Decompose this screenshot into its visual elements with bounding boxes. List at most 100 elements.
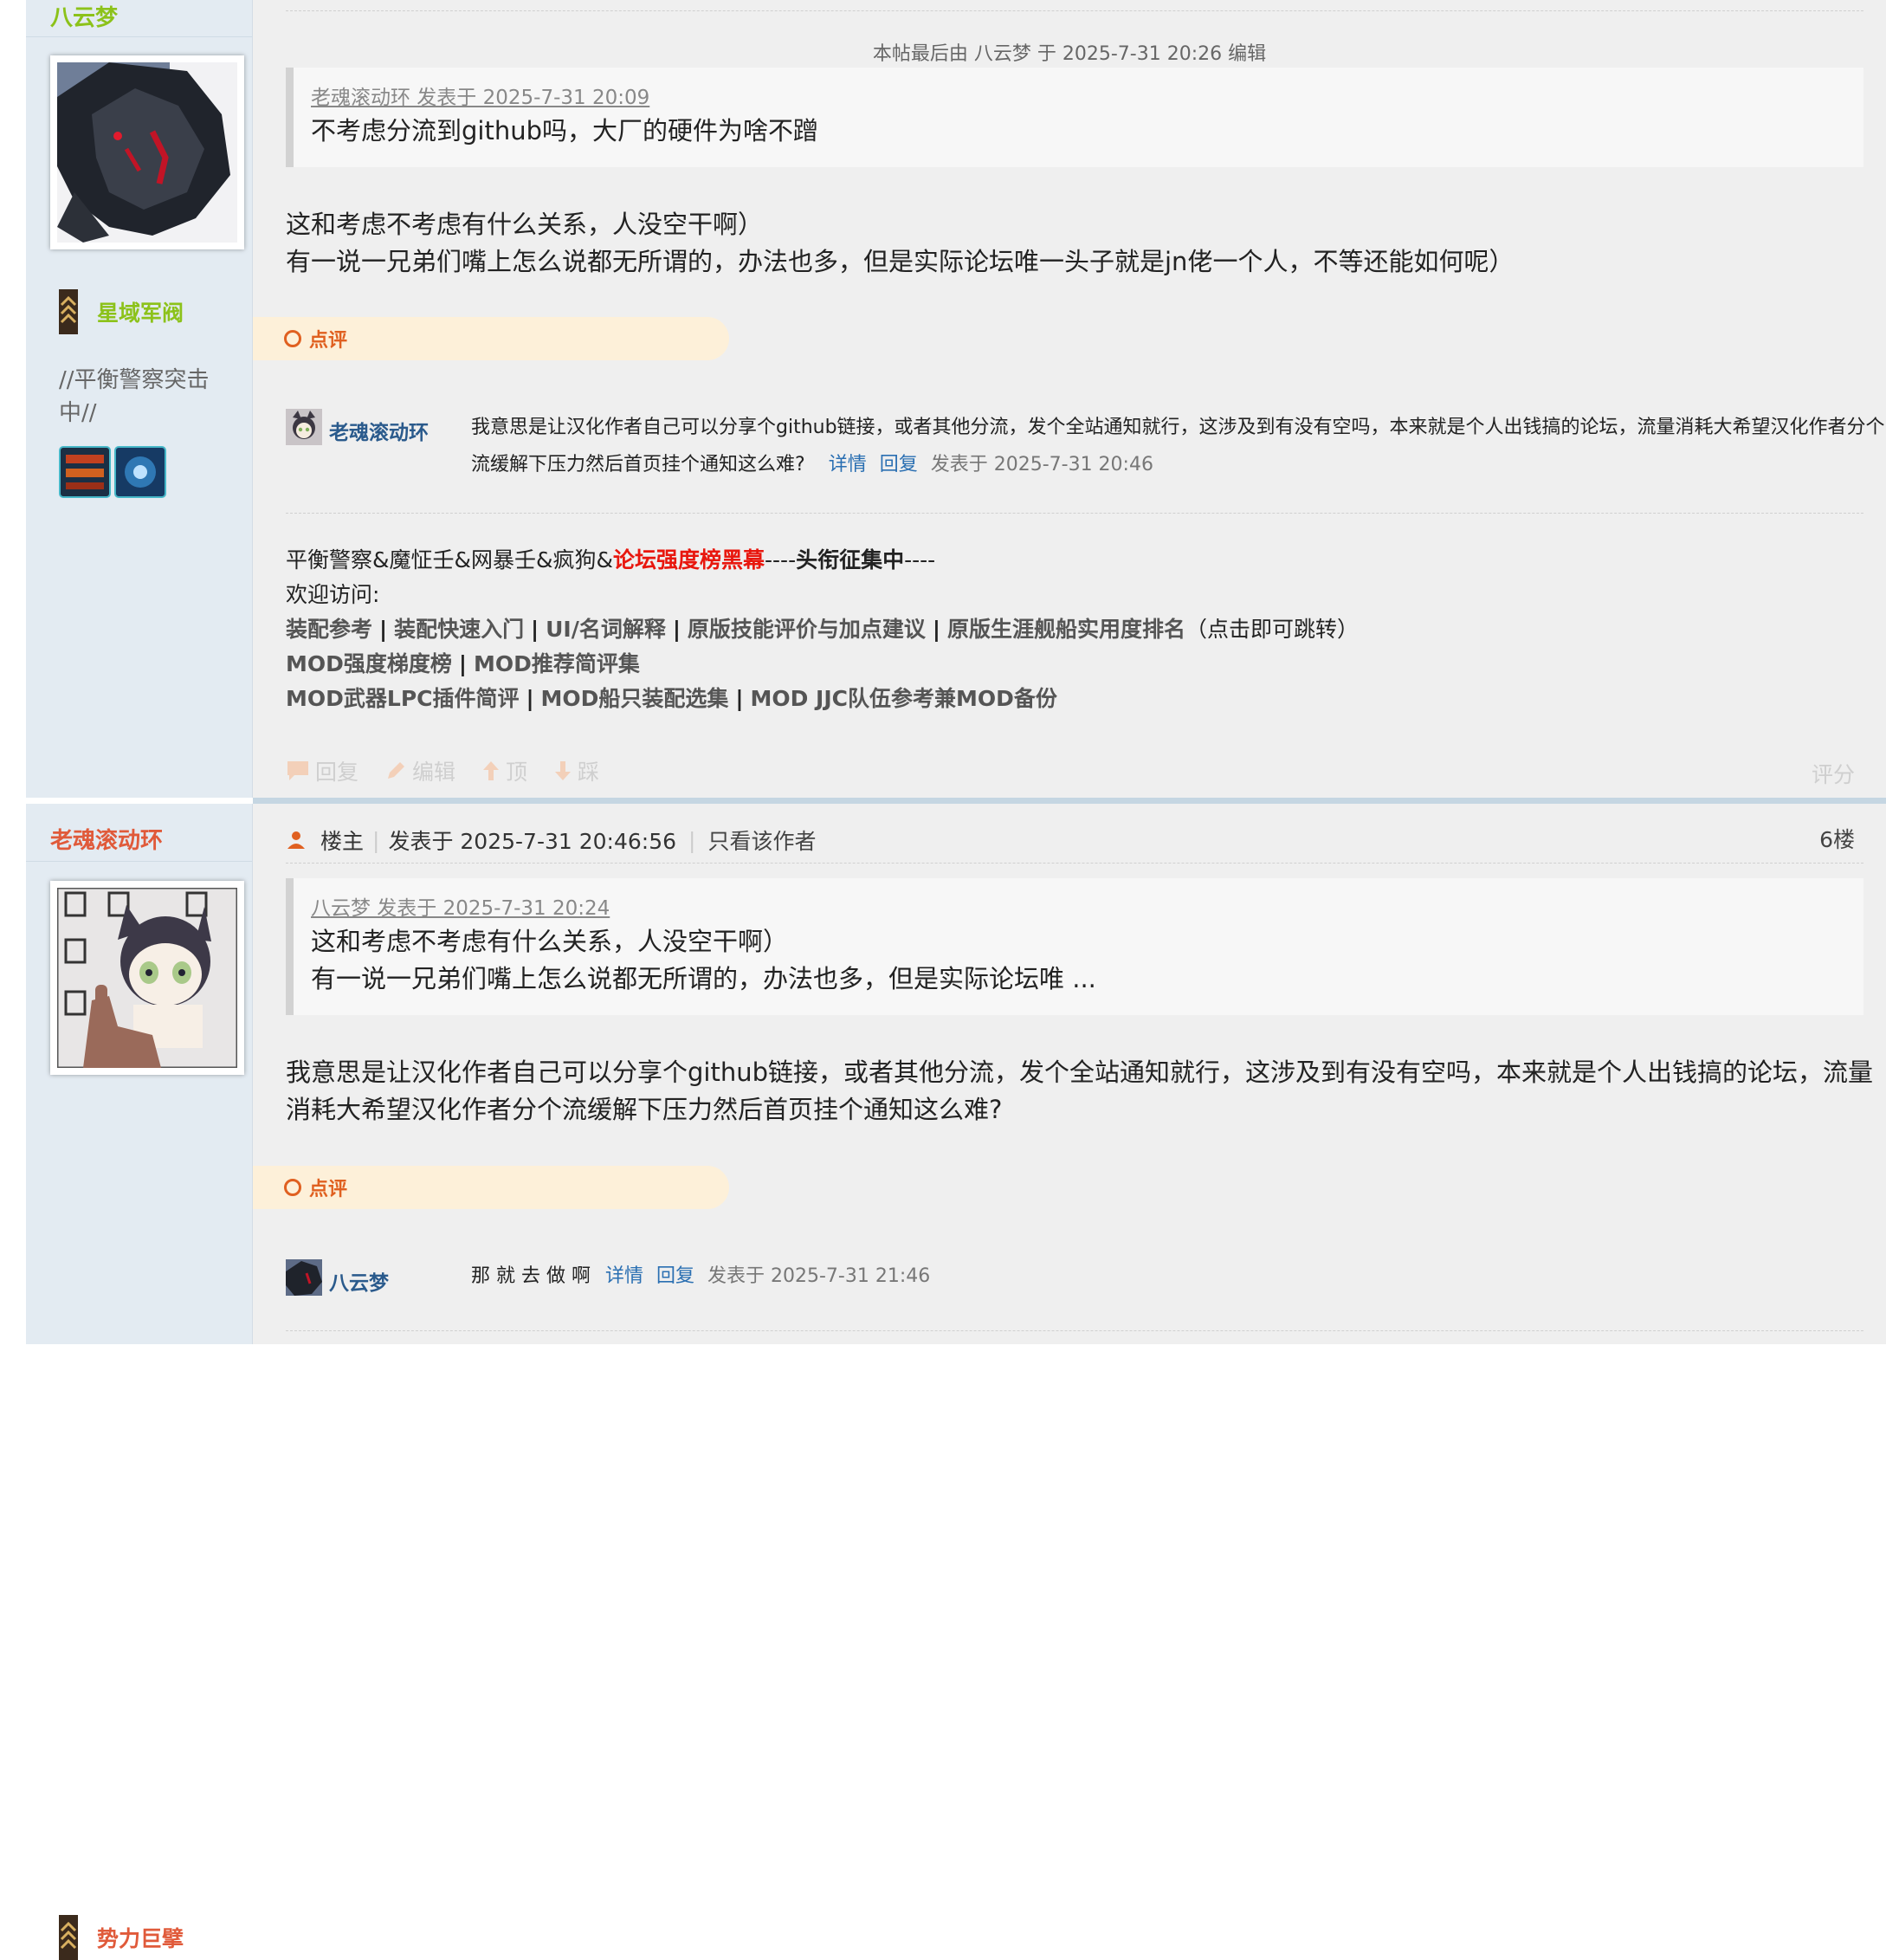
medal-icon[interactable] [59,446,111,498]
sig-red-link[interactable]: 论坛强度榜黑幕 [613,547,765,572]
post1-medals [59,446,166,498]
post2-avatar[interactable] [50,881,244,1075]
post2-body-line: 我意思是让汉化作者自己可以分享个github链接，或者其他分流，发个全站通知就行… [286,1058,1874,1087]
downvote-label: 踩 [578,760,600,785]
reply-button[interactable]: 回复 [286,755,358,786]
post1-signature: 平衡警察&魔怔壬&网暴壬&疯狗&论坛强度榜黑幕----头衔征集中---- 欢迎访… [286,543,1863,716]
post1-rank: 星域军阀 [59,289,184,334]
upvote-button[interactable]: 顶 [481,755,527,786]
post1-content: 本帖最后由 八云梦 于 2025-7-31 20:26 编辑 老魂滚动环 发表于… [253,0,1886,798]
post1-custom-title: //平衡警察突击中// [59,367,210,426]
rate-button[interactable]: 评分 [1812,758,1855,789]
post2-comment-avatar[interactable] [286,1259,322,1296]
post2-rank-title: 势力巨擘 [97,1926,184,1951]
header-divider: | [372,827,380,853]
sig-links-row1: 装配参考 | 装配快速入门 | UI/名词解释 | 原版技能评价与加点建议 | … [286,612,1863,647]
post1-comment-text: 我意思是让汉化作者自己可以分享个github链接，或者其他分流，发个全站通知就行… [471,417,1885,438]
chat-icon [287,761,308,780]
post2-dianping-label: 点评 [309,1179,348,1200]
sig-link[interactable]: MOD JJC队伍参考兼MOD备份 [750,686,1056,711]
post2-comment-author[interactable]: 八云梦 [329,1266,389,1296]
post1-username[interactable]: 八云梦 [50,0,118,32]
post1-body-line: 这和考虑不考虑有什么关系，人没空干啊） [286,210,764,239]
post1-comment-text2: 流缓解下压力然后首页挂个通知这么难? [471,454,805,475]
post2-body: 我意思是让汉化作者自己可以分享个github链接，或者其他分流，发个全站通知就行… [286,1054,1874,1129]
edit-button[interactable]: 编辑 [384,755,455,786]
sig-sep: | [672,617,681,642]
sig-note: （点击即可跳转） [1185,617,1359,642]
comment-detail-link[interactable]: 详情 [605,1265,643,1287]
sig-dash: ---- [904,547,936,572]
post1-quote-author[interactable]: 老魂滚动环 发表于 2025-7-31 20:09 [311,68,1863,113]
sig-sep: | [458,651,467,676]
post2-body-line: 消耗大希望汉化作者分个流缓解下压力然后首页挂个通知这么难? [286,1095,1003,1124]
post1-comment-avatar[interactable] [286,409,322,445]
user-icon [287,831,305,849]
sig-link[interactable]: 装配参考 [286,617,372,642]
sig-sep: | [932,617,941,642]
comment-reply-link[interactable]: 回复 [656,1265,694,1287]
sig-link[interactable]: MOD船只装配选集 [541,686,729,711]
post1-comment: 我意思是让汉化作者自己可以分享个github链接，或者其他分流，发个全站通知就行… [471,409,1885,483]
post2-floor-number[interactable]: 6楼 [1819,823,1855,854]
post2-header-divider [286,863,1863,864]
post1-comment-author[interactable]: 老魂滚动环 [329,416,429,445]
post2-username[interactable]: 老魂滚动环 [50,823,163,855]
sig-link[interactable]: 原版技能评价与加点建议 [688,617,926,642]
post2-comment-text: 那 就 去 做 啊 [471,1265,591,1287]
post2-author-divider [26,861,252,862]
sig-link[interactable]: 原版生涯舰船实用度排名 [947,617,1185,642]
sig-links-row2: MOD强度梯度榜 | MOD推荐简评集 [286,647,1863,682]
sig-sep: | [378,617,388,642]
sig-welcome: 欢迎访问: [286,582,380,607]
sig-line1: 平衡警察&魔怔壬&网暴壬&疯狗&论坛强度榜黑幕----头衔征集中---- [286,543,1863,578]
post2-avatar-image [55,886,239,1070]
dianping-circle-icon [284,1179,301,1196]
post1-top-divider [286,10,1863,11]
post1-author-panel: 八云梦 星域军阀 //平衡警察突击中// [26,0,253,798]
comment-timestamp: 发表于 2025-7-31 20:46 [930,454,1153,475]
sig-prefix: 平衡警察&魔怔壬&网暴壬&疯狗& [286,547,613,572]
only-author-link[interactable]: 只看该作者 [707,825,816,856]
comment-detail-link[interactable]: 详情 [829,454,867,475]
rank-chevron-icon [59,1915,78,1960]
post1-actions: 回复 编辑 顶 踩 [286,755,625,786]
post1-edit-notice: 本帖最后由 八云梦 于 2025-7-31 20:26 编辑 [872,43,1267,65]
sig-sep: | [531,617,539,642]
downvote-button[interactable]: 踩 [553,755,599,786]
sig-links-row3: MOD武器LPC插件简评 | MOD船只装配选集 | MOD JJC队伍参考兼M… [286,682,1863,716]
sig-link[interactable]: MOD武器LPC插件简评 [286,686,519,711]
post2-rank: 势力巨擘 [59,1915,184,1960]
sig-link[interactable]: MOD推荐简评集 [474,651,640,676]
upvote-label: 顶 [506,760,528,785]
post1-dianping-bar[interactable]: 点评 [253,317,729,360]
post2-posted-time: 发表于 2025-7-31 20:46:56 [388,829,677,854]
sig-link[interactable]: 装配快速入门 [394,617,524,642]
medal-icon[interactable] [114,446,166,498]
post2-author-panel: 老魂滚动环 势力巨擘 [26,804,253,1960]
sig-link[interactable]: UI/名词解释 [546,617,666,642]
post1-quote: 老魂滚动环 发表于 2025-7-31 20:09 不考虑分流到github吗，… [286,68,1863,167]
comment-reply-link[interactable]: 回复 [880,454,918,475]
post1-dianping-label: 点评 [309,330,348,352]
post2-header: 楼主 | 发表于 2025-7-31 20:46:56 | 只看该作者 [286,825,816,856]
post1-body: 这和考虑不考虑有什么关系，人没空干啊） 有一说一兄弟们嘴上怎么说都无所谓的，办法… [286,206,1863,281]
post2-quote-line: 这和考虑不考虑有什么关系，人没空干啊） [311,927,789,956]
post1-quote-text: 不考虑分流到github吗，大厂的硬件为啥不蹭 [311,116,819,146]
sig-link[interactable]: MOD强度梯度榜 [286,651,452,676]
header-divider: | [688,827,696,853]
post2-content: 楼主 | 发表于 2025-7-31 20:46:56 | 只看该作者 6楼 八… [253,804,1886,1344]
post2-quote-author[interactable]: 八云梦 发表于 2025-7-31 20:24 [311,878,1863,923]
post1-comment-line2: 流缓解下压力然后首页挂个通知这么难? 详情 回复 发表于 2025-7-31 2… [471,446,1863,483]
post2-dianping-bar[interactable]: 点评 [253,1166,729,1209]
comment-timestamp: 发表于 2025-7-31 21:46 [707,1265,931,1287]
post1-body-line: 有一说一兄弟们嘴上怎么说都无所谓的，办法也多，但是实际论坛唯一头子就是jn佬一个… [286,247,1515,276]
edit-label: 编辑 [412,760,456,785]
arrow-up-icon [483,761,500,780]
page-left-margin [0,0,26,1344]
arrow-down-icon [555,761,572,780]
post2-op-label: 楼主 [320,829,365,854]
post1-avatar[interactable] [50,55,244,249]
sig-dash: ---- [765,547,797,572]
sig-bold: 头衔征集中 [796,547,905,572]
